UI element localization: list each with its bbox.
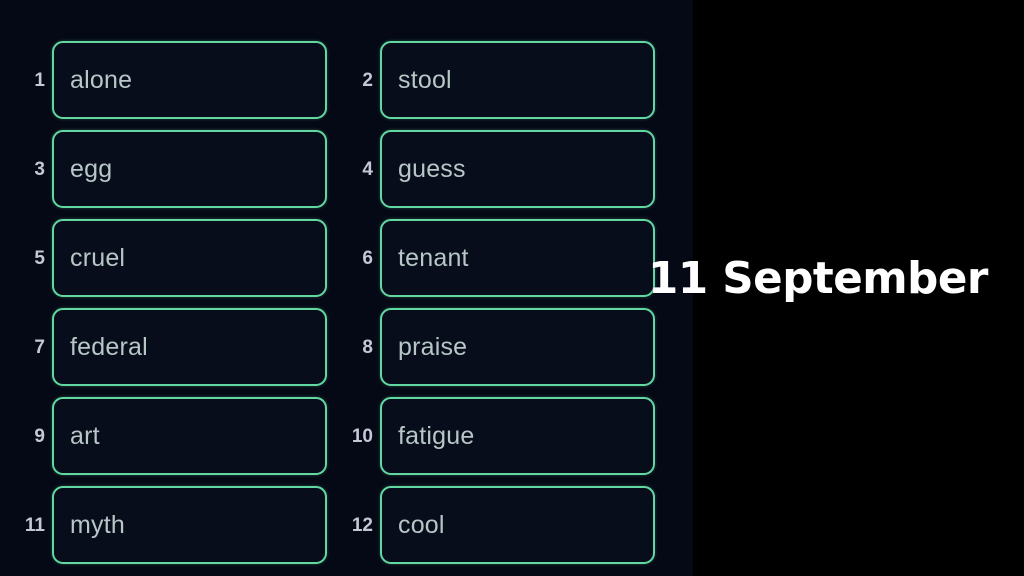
date-caption: 11 September bbox=[648, 253, 988, 304]
word-input-box[interactable]: federal bbox=[52, 308, 327, 386]
word-text: alone bbox=[70, 65, 133, 94]
list-item[interactable]: 11 myth bbox=[22, 486, 327, 564]
list-item[interactable]: 1 alone bbox=[22, 41, 327, 119]
word-input-box[interactable]: praise bbox=[380, 308, 655, 386]
word-index-label: 3 bbox=[34, 158, 45, 180]
word-index-label: 12 bbox=[351, 514, 373, 536]
word-index-label: 4 bbox=[362, 158, 373, 180]
word-text: art bbox=[70, 421, 100, 450]
word-input-box[interactable]: egg bbox=[52, 130, 327, 208]
list-item[interactable]: 8 praise bbox=[350, 308, 655, 386]
word-input-box[interactable]: cruel bbox=[52, 219, 327, 297]
word-index-label: 9 bbox=[34, 425, 45, 447]
list-item[interactable]: 12 cool bbox=[350, 486, 655, 564]
word-index-label: 6 bbox=[362, 247, 373, 269]
word-index-label: 8 bbox=[362, 336, 373, 358]
word-input-box[interactable]: guess bbox=[380, 130, 655, 208]
list-item[interactable]: 2 stool bbox=[350, 41, 655, 119]
word-index-label: 1 bbox=[34, 69, 45, 91]
word-text: stool bbox=[398, 65, 452, 94]
list-item[interactable]: 7 federal bbox=[22, 308, 327, 386]
screenshot-root: 1 alone 2 stool 3 egg 4 guess 5 cruel 6 … bbox=[0, 0, 1024, 576]
word-text: cruel bbox=[70, 243, 126, 272]
word-text: cool bbox=[398, 510, 445, 539]
word-text: fatigue bbox=[398, 421, 475, 450]
word-index-label: 11 bbox=[24, 514, 45, 536]
list-item[interactable]: 10 fatigue bbox=[350, 397, 655, 475]
word-text: tenant bbox=[398, 243, 469, 272]
list-item[interactable]: 5 cruel bbox=[22, 219, 327, 297]
worksheet-panel: 1 alone 2 stool 3 egg 4 guess 5 cruel 6 … bbox=[0, 0, 693, 576]
word-index-label: 2 bbox=[362, 69, 373, 91]
list-item[interactable]: 9 art bbox=[22, 397, 327, 475]
list-item[interactable]: 4 guess bbox=[350, 130, 655, 208]
word-input-box[interactable]: fatigue bbox=[380, 397, 655, 475]
word-index-label: 7 bbox=[34, 336, 45, 358]
word-text: egg bbox=[70, 154, 113, 183]
word-text: guess bbox=[398, 154, 466, 183]
word-text: myth bbox=[70, 510, 125, 539]
word-input-box[interactable]: myth bbox=[52, 486, 327, 564]
list-item[interactable]: 3 egg bbox=[22, 130, 327, 208]
word-index-label: 5 bbox=[34, 247, 45, 269]
word-list-grid: 1 alone 2 stool 3 egg 4 guess 5 cruel 6 … bbox=[0, 0, 693, 576]
word-text: federal bbox=[70, 332, 148, 361]
word-input-box[interactable]: cool bbox=[380, 486, 655, 564]
word-text: praise bbox=[398, 332, 468, 361]
list-item[interactable]: 6 tenant bbox=[350, 219, 655, 297]
word-index-label: 10 bbox=[351, 425, 373, 447]
word-input-box[interactable]: stool bbox=[380, 41, 655, 119]
word-input-box[interactable]: art bbox=[52, 397, 327, 475]
word-input-box[interactable]: tenant bbox=[380, 219, 655, 297]
word-input-box[interactable]: alone bbox=[52, 41, 327, 119]
